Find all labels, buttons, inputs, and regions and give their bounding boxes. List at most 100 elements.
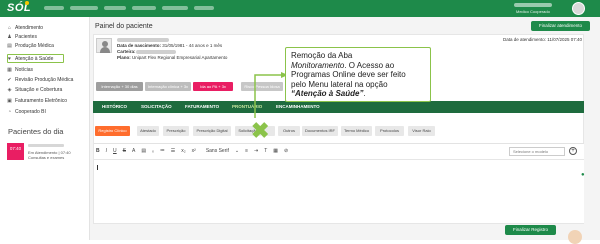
tab-solicitacao[interactable]: SOLICITAÇÃO: [141, 104, 172, 109]
subtab-protocolos[interactable]: Protocolos: [375, 126, 404, 136]
tag-internacao-clinica: Internação clínica + 3x: [145, 82, 191, 91]
sidebar-item-revisao[interactable]: ✔ Revisão Produção Médica: [7, 77, 73, 83]
sidebar-item-situacao[interactable]: ◈ Situação e Cobertura: [7, 87, 63, 93]
table-icon[interactable]: ▦: [273, 148, 278, 154]
callout-line: Programas Online deve ser feito: [291, 70, 406, 79]
today-patients-title: Pacientes do dia: [8, 127, 64, 136]
align-icon[interactable]: ≡: [245, 148, 248, 154]
sidebar-item-label: Faturamento Eletrônico: [15, 98, 67, 104]
finalize-record-button[interactable]: Finalizar Registro: [505, 225, 556, 235]
tab-encaminhamento[interactable]: ENCAMINHAMENTO: [276, 104, 320, 109]
page-title: Painel do paciente: [95, 23, 153, 30]
top-menu-item[interactable]: [44, 6, 64, 10]
card-number-redacted: [136, 50, 176, 54]
subtab-visor-raio[interactable]: Visor Raio: [408, 126, 435, 136]
sidebar-item-pacientes[interactable]: ♟ Pacientes: [7, 34, 37, 40]
microphone-icon[interactable]: ●: [581, 172, 585, 178]
top-menu-item[interactable]: [162, 6, 188, 10]
editor-toolbar: B I U S A ▤ ₓ ≔ ☰ x₂ x² Sans Serif ⌄ ≡ ⇥…: [96, 148, 288, 154]
assistant-avatar[interactable]: [568, 230, 582, 244]
list-ordered-icon[interactable]: ≔: [160, 148, 165, 154]
text-cursor: [97, 165, 98, 170]
finalize-attendance-button[interactable]: Finalizar atendimento: [531, 21, 590, 31]
sidebar-item-label: Atendimento: [15, 25, 44, 31]
sidebar-item-label: Pacientes: [15, 34, 37, 40]
subtab-termo-medico[interactable]: Termo Médico: [341, 126, 372, 136]
subtab-registro-clinico[interactable]: Registro Clínico: [95, 126, 130, 136]
plan-line: Plano: Unipart Flex Regional Empresarial…: [117, 55, 228, 60]
sidebar-item-noticias[interactable]: ▦ Notícias: [7, 67, 33, 73]
subtab-atestado[interactable]: Atestado: [137, 126, 159, 136]
news-icon: ▦: [7, 66, 12, 73]
tag-risco: Risco Pessoa Idosa: [241, 82, 283, 91]
sidebar-item-atencao-saude[interactable]: ♥ Atenção à Saúde: [7, 56, 53, 62]
logo-sun-icon: [25, 1, 29, 5]
subtab-prescricao-digital[interactable]: Prescrição Digital: [193, 126, 231, 136]
sidebar-item-atendimento[interactable]: ⌂ Atendimento: [7, 25, 43, 31]
sidebar-item-cooperado-bi[interactable]: ◔ Cooperado BI: [7, 109, 46, 115]
tab-prontuario[interactable]: PRONTUÁRIO: [232, 104, 262, 109]
folder-icon: ▤: [7, 42, 12, 49]
date-atendimento: Data de atendimento: 11/07/2025 07:40: [503, 37, 582, 42]
callout-line: Monitoramento. O Acesso ao: [291, 60, 395, 70]
top-menu-item[interactable]: [132, 6, 156, 10]
annotation-callout: Remoção da Aba Monitoramento. O Acesso a…: [285, 47, 431, 102]
clear-format-icon[interactable]: ₓ: [152, 148, 154, 154]
italic-icon[interactable]: I: [106, 148, 107, 154]
close-mark-icon: ✖: [251, 118, 270, 143]
tag-ida-pa: Ida ao PA + 3x: [193, 82, 233, 91]
user-name: [514, 3, 552, 7]
home-icon: ⌂: [7, 24, 12, 31]
subtab-prescricao[interactable]: Prescrição: [163, 126, 189, 136]
top-menu-item[interactable]: [104, 6, 126, 10]
sidebar-item-label: Atenção à Saúde: [15, 56, 54, 62]
chart-icon: ◔: [7, 108, 12, 115]
user-avatar[interactable]: [572, 2, 585, 15]
strikethrough-icon[interactable]: S: [123, 148, 126, 154]
text-size-icon[interactable]: T: [264, 148, 267, 154]
underline-icon[interactable]: U: [113, 148, 117, 154]
callout-line: “Atenção à Saúde”.: [291, 89, 366, 98]
patient-photo: [96, 38, 112, 53]
attachment-icon[interactable]: ⊘: [284, 148, 288, 154]
font-color-icon[interactable]: A: [132, 148, 135, 154]
tag-internacao: Internação + 30 dias: [96, 82, 143, 91]
callout-line: pelo Menu lateral na opção: [291, 79, 388, 89]
card-sub: Consultas e exames: [28, 155, 65, 160]
editor-divider: [94, 159, 584, 160]
sidebar-item-label: Situação e Cobertura: [15, 87, 63, 93]
user-role: Medico Cooperado: [516, 9, 550, 14]
sidebar-item-label: Notícias: [15, 67, 34, 73]
chevron-down-icon[interactable]: ⌄: [235, 148, 239, 154]
health-icon: ♥: [8, 55, 11, 62]
model-select[interactable]: Selecione o modelo: [509, 147, 565, 156]
font-select[interactable]: Sans Serif: [206, 148, 229, 154]
tab-historico[interactable]: HISTÓRICO: [102, 104, 127, 109]
list-bullet-icon[interactable]: ☰: [171, 148, 175, 154]
sidebar-item-faturamento[interactable]: ▣ Faturamento Eletrônico: [7, 98, 67, 104]
top-menu-item[interactable]: [194, 6, 214, 10]
top-menu: [44, 6, 214, 10]
bold-icon[interactable]: B: [96, 148, 100, 154]
today-patient-card[interactable]: 07:40 Em Atendimento | 07:40 Consultas e…: [7, 143, 82, 160]
superscript-icon[interactable]: x²: [192, 148, 196, 154]
sidebar-item-producao-medica[interactable]: ▤ Produção Médica: [7, 43, 54, 49]
subtab-documentos[interactable]: Documentos IRF: [302, 126, 338, 136]
patient-name: [28, 144, 64, 147]
highlight-icon[interactable]: ▤: [141, 148, 146, 154]
users-icon: ♟: [7, 33, 12, 40]
tab-faturamento[interactable]: FATURAMENTO: [185, 104, 219, 109]
callout-line: Remoção da Aba: [291, 51, 353, 60]
sidebar-item-label: Cooperado BI: [15, 109, 46, 115]
check-icon: ✔: [7, 76, 12, 83]
add-model-icon[interactable]: +: [569, 147, 577, 155]
birth-line: Data de nascimento: 31/05/1981 - 44 anos…: [117, 43, 223, 48]
subtab-outros[interactable]: Outros: [278, 126, 300, 136]
card-line: Carteira:: [117, 49, 136, 54]
top-menu-item[interactable]: [70, 6, 98, 10]
patient-name-redacted: [117, 38, 169, 42]
subscript-icon[interactable]: x₂: [181, 148, 185, 154]
indent-icon[interactable]: ⇥: [254, 148, 258, 154]
invoice-icon: ▣: [7, 97, 12, 104]
time-badge: 07:40: [7, 143, 24, 160]
